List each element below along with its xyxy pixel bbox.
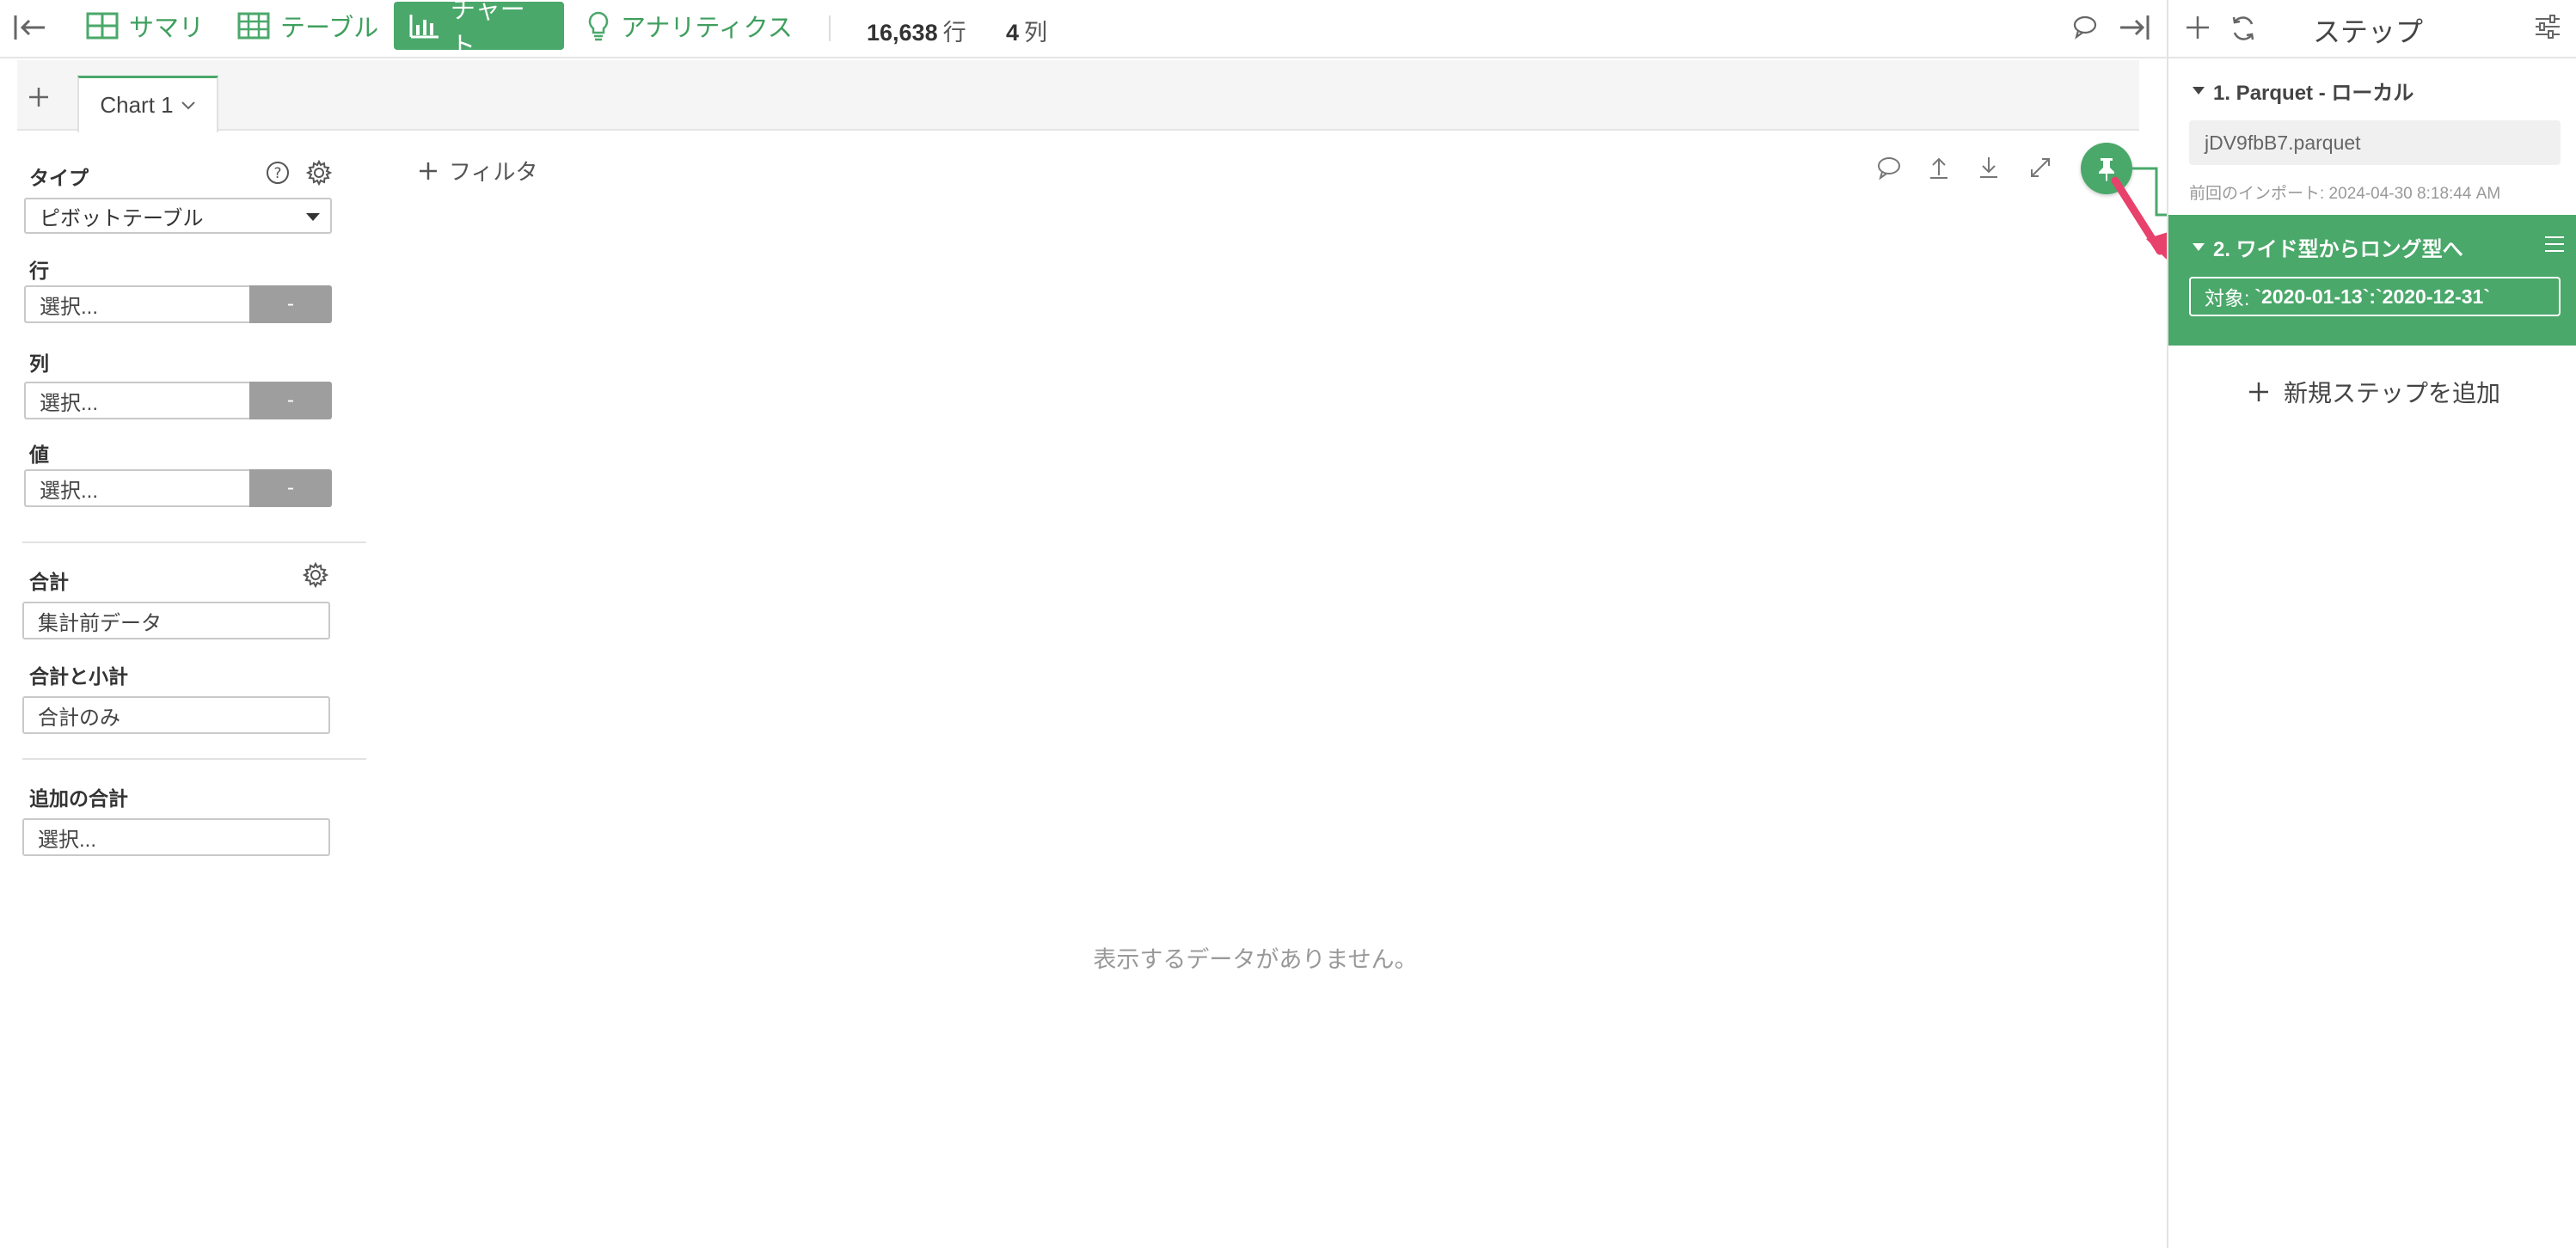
- columns-field: 選択... -: [24, 382, 332, 419]
- row-count: 16,638 行: [867, 14, 966, 47]
- step-2-target[interactable]: 対象: `2020-01-13`:`2020-12-31`: [2189, 277, 2561, 316]
- column-count: 4列: [1006, 14, 1047, 47]
- grid-icon: [86, 12, 119, 40]
- chart-tab-strip: Chart 1: [17, 60, 2139, 132]
- rows-select[interactable]: 選択...: [24, 285, 249, 323]
- type-label: タイプ: [29, 167, 89, 189]
- add-step-label: 新規ステップを追加: [2284, 380, 2501, 407]
- help-icon[interactable]: ?: [265, 160, 291, 186]
- plus-icon: [2248, 381, 2270, 403]
- chart-type-value: ピボットテーブル: [40, 206, 204, 230]
- pin-icon: [2095, 156, 2119, 181]
- collapse-left-icon[interactable]: [12, 12, 48, 43]
- triangle-down-icon: [2193, 87, 2205, 95]
- step-1-meta: 前回のインポート: 2024-04-30 8:18:44 AM: [2189, 185, 2501, 203]
- chevron-down-icon: [181, 101, 196, 111]
- columns-select[interactable]: 選択...: [24, 382, 249, 419]
- add-new-step-button[interactable]: 新規ステップを追加: [2248, 375, 2500, 409]
- extra-total-select[interactable]: 選択...: [22, 818, 330, 856]
- plus-icon: [418, 161, 439, 181]
- hamburger-menu-icon[interactable]: [2543, 234, 2566, 254]
- step-2-target-prefix: 対象:: [2205, 287, 2250, 309]
- total-select[interactable]: 集計前データ: [22, 602, 330, 639]
- step-2-header[interactable]: 2. ワイド型からロング型へ: [2193, 232, 2463, 262]
- row-count-unit: 行: [942, 20, 966, 46]
- column-count-unit: 列: [1024, 20, 1048, 46]
- empty-state-message: 表示するデータがありません。: [1093, 946, 1418, 973]
- chart-tab-label: Chart 1: [100, 92, 174, 118]
- values-select[interactable]: 選択...: [24, 469, 249, 507]
- tab-chart[interactable]: チャート: [394, 0, 564, 60]
- step-1-header[interactable]: 1. Parquet - ローカル: [2193, 76, 2413, 106]
- upload-icon[interactable]: [1926, 155, 1955, 184]
- tab-table-label: テーブル: [280, 15, 379, 42]
- download-icon[interactable]: [1976, 155, 2005, 184]
- chart-tab-current[interactable]: Chart 1: [77, 76, 218, 132]
- triangle-down-icon: [2193, 243, 2205, 251]
- tab-analytics[interactable]: アナリティクス: [571, 2, 808, 50]
- refresh-icon[interactable]: [2229, 14, 2258, 43]
- tab-summary[interactable]: サマリ: [71, 2, 219, 50]
- filter-button[interactable]: フィルタ: [418, 155, 537, 187]
- tab-summary-label: サマリ: [129, 15, 205, 42]
- gear-icon[interactable]: [306, 160, 332, 186]
- add-chart-icon[interactable]: [28, 86, 50, 108]
- rows-label: 行: [29, 260, 49, 282]
- tab-analytics-label: アナリティクス: [621, 15, 793, 42]
- filter-label: フィルタ: [449, 159, 538, 185]
- tab-table[interactable]: テーブル: [222, 2, 394, 50]
- lightbulb-icon: [586, 10, 610, 41]
- bar-chart-icon: [409, 13, 440, 39]
- step-1-file[interactable]: jDV9fbB7.parquet: [2189, 120, 2561, 165]
- pin-button[interactable]: [2081, 143, 2132, 194]
- tab-chart-label: チャート: [451, 0, 525, 60]
- row-count-value: 16,638: [867, 20, 938, 46]
- column-count-value: 4: [1006, 20, 1020, 46]
- step-2-target-value: `2020-01-13`:`2020-12-31`: [2254, 284, 2490, 308]
- columns-label: 列: [29, 352, 49, 375]
- steps-panel: ステップ 1. Parquet - ローカル jDV9fbB7.parquet …: [2167, 0, 2576, 1248]
- chart-config-panel: タイプ ? ピボットテーブル 行 選択... - 列 選択... - 値 選択.…: [17, 131, 370, 1248]
- values-field: 選択... -: [24, 469, 332, 507]
- subtotal-select[interactable]: 合計のみ: [22, 696, 330, 734]
- expand-icon[interactable]: [2027, 155, 2057, 184]
- steps-title: ステップ: [2313, 16, 2424, 47]
- sliders-icon[interactable]: [2533, 12, 2562, 41]
- chart-area: フィルタ 表示するデータがありません。: [370, 131, 2139, 1248]
- svg-text:?: ?: [273, 165, 281, 182]
- columns-clear-button[interactable]: -: [249, 382, 332, 419]
- toolbar-divider: [829, 15, 831, 41]
- step-2-card[interactable]: 2. ワイド型からロング型へ 対象: `2020-01-13`:`2020-12…: [2168, 215, 2576, 346]
- gear-icon[interactable]: [303, 562, 328, 588]
- step-2-title: 2. ワイド型からロング型へ: [2213, 238, 2463, 261]
- collapse-right-icon[interactable]: [2117, 12, 2151, 43]
- add-step-icon[interactable]: [2184, 14, 2211, 41]
- step-1-title: 1. Parquet - ローカル: [2213, 82, 2414, 105]
- section-divider: [22, 541, 366, 543]
- section-divider: [22, 758, 366, 760]
- values-clear-button[interactable]: -: [249, 469, 332, 507]
- comment-icon[interactable]: [1876, 155, 1905, 184]
- rows-field: 選択... -: [24, 285, 332, 323]
- caret-down-icon: [306, 213, 320, 221]
- rows-clear-button[interactable]: -: [249, 285, 332, 323]
- comment-icon[interactable]: [2072, 14, 2098, 40]
- total-label: 合計: [29, 571, 69, 593]
- chart-type-select[interactable]: ピボットテーブル: [24, 198, 332, 234]
- table-icon: [237, 12, 270, 40]
- extra-total-label: 追加の合計: [29, 787, 128, 810]
- values-label: 値: [29, 444, 49, 466]
- top-toolbar: サマリ テーブル チャート アナリティクス 16,638 行 4列: [0, 0, 2167, 60]
- subtotal-label: 合計と小計: [29, 665, 128, 688]
- steps-header: ステップ: [2168, 0, 2576, 58]
